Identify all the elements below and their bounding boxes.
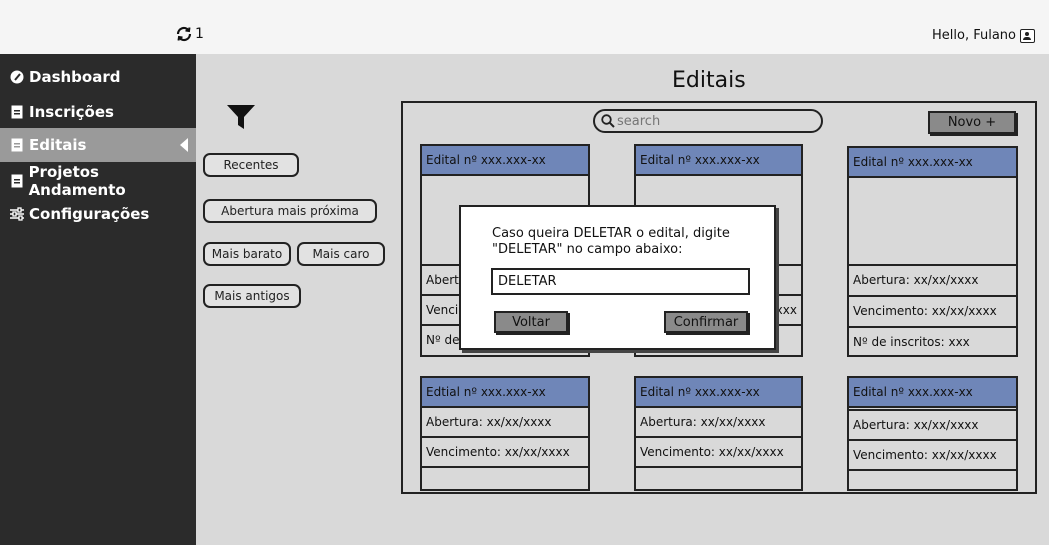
card-title: Edital nº xxx.xxx-xx (636, 146, 801, 176)
card-abertura: Abertura: xx/xx/xxxx (849, 409, 1016, 439)
sidebar-item-label: Editais (29, 136, 87, 154)
card-title: Edtial nº xxx.xxx-xx (422, 378, 588, 408)
card-inscritos: Nº de inscritos: xxx (849, 326, 1016, 356)
collapse-caret-icon[interactable] (180, 138, 188, 152)
sync-icon (176, 26, 192, 42)
card-vencimento: Vencimento: xx/xx/xxxx (422, 436, 588, 466)
sync-count: 1 (195, 26, 204, 42)
card-abertura: Abertura: xx/xx/xxxx (636, 406, 801, 436)
search-input[interactable] (617, 113, 797, 129)
card-abertura: Abertura: xx/xx/xxxx (849, 264, 1016, 294)
confirmar-button[interactable]: Confirmar (664, 311, 748, 333)
novo-button[interactable]: Novo + (928, 111, 1016, 134)
page-title: Editais (672, 68, 746, 93)
sidebar-item-label: Configurações (29, 205, 150, 223)
document-icon (10, 174, 24, 188)
document-icon (10, 138, 24, 152)
card-vencimento: Vencimento: xx/xx/xxxx (849, 439, 1016, 469)
filter-mais-antigos-button[interactable]: Mais antigos (203, 284, 301, 308)
card-empty-row (849, 469, 1016, 491)
greeting-text: Hello, Fulano (932, 28, 1016, 43)
dashboard-icon (10, 70, 24, 84)
filter-icon[interactable] (226, 104, 256, 130)
card-title: Edital nº xxx.xxx-xx (849, 148, 1016, 178)
card-vencimento: Vencimento: xx/xx/xxxx (636, 436, 801, 466)
sidebar-item-inscricoes[interactable]: Inscrições (0, 95, 196, 129)
card-title: Edital nº xxx.xxx-xx (636, 378, 801, 408)
edital-card[interactable]: Edital nº xxx.xxx-xx Abertura: xx/xx/xxx… (847, 376, 1018, 491)
card-empty-row (636, 466, 801, 491)
sync-indicator[interactable]: 1 (175, 26, 204, 42)
filter-mais-barato-button[interactable]: Mais barato (203, 242, 291, 266)
sidebar-item-label: Inscrições (29, 103, 114, 121)
sidebar-item-editais[interactable]: Editais (0, 128, 196, 162)
sidebar-item-label: Dashboard (29, 68, 121, 86)
filter-abertura-button[interactable]: Abertura mais próxima (203, 199, 377, 223)
card-abertura: Abertura: xx/xx/xxxx (422, 406, 588, 436)
card-title: Edital nº xxx.xxx-xx (849, 378, 1016, 408)
card-title: Edital nº xxx.xxx-xx (422, 146, 588, 176)
sidebar-item-label: Projetos Andamento (28, 163, 126, 199)
delete-confirm-input[interactable]: DELETAR (491, 268, 750, 295)
filter-mais-caro-button[interactable]: Mais caro (297, 242, 385, 266)
user-icon (1020, 28, 1035, 43)
edital-card[interactable]: Edital nº xxx.xxx-xx Abertura: xx/xx/xxx… (847, 146, 1018, 357)
user-greeting[interactable]: Hello, Fulano (932, 28, 1035, 43)
card-empty-row (422, 466, 588, 491)
modal-message: Caso queira DELETAR o edital, digite "DE… (492, 226, 730, 257)
search-icon (601, 114, 615, 128)
sidebar-item-configuracoes[interactable]: Configurações (0, 197, 196, 231)
top-bar (0, 0, 1049, 54)
filter-recentes-button[interactable]: Recentes (203, 153, 299, 177)
delete-confirm-modal: Caso queira DELETAR o edital, digite "DE… (459, 205, 776, 350)
card-vencimento: Vencimento: xx/xx/xxxx (849, 295, 1016, 325)
search-bar[interactable] (593, 109, 823, 133)
document-icon (10, 105, 24, 119)
sliders-icon (10, 207, 24, 221)
sidebar-item-dashboard[interactable]: Dashboard (0, 60, 196, 94)
sidebar-item-projetos-andamento[interactable]: Projetos Andamento (0, 163, 196, 199)
edital-card[interactable]: Edtial nº xxx.xxx-xx Abertura: xx/xx/xxx… (420, 376, 590, 491)
voltar-button[interactable]: Voltar (494, 311, 568, 333)
edital-card[interactable]: Edital nº xxx.xxx-xx Abertura: xx/xx/xxx… (634, 376, 803, 491)
